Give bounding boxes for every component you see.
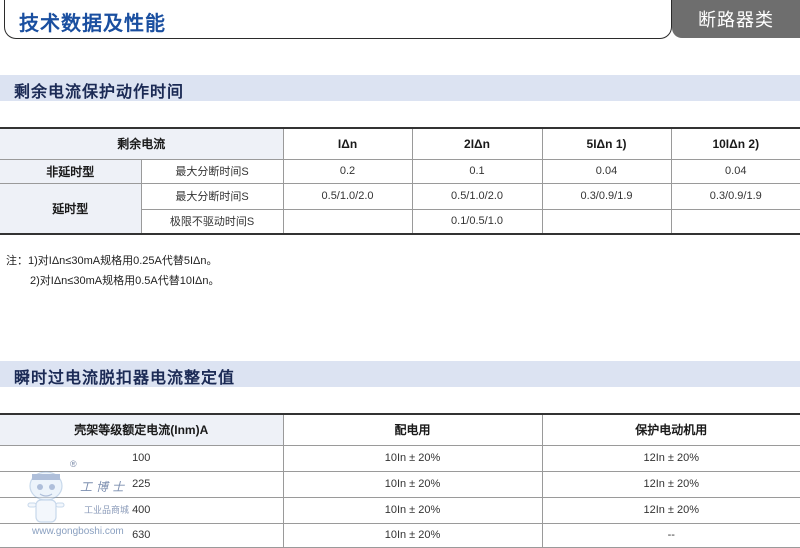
table-cell: 0.04 [541, 158, 672, 184]
watermark-url: www.gongboshi.com [32, 526, 124, 537]
row-param: 极限不驱动时间S [140, 208, 284, 235]
table-cell: -- [541, 522, 800, 548]
table-cell: 0.1 [411, 158, 543, 184]
section-title: 剩余电流保护动作时间 [14, 84, 185, 101]
header-motor-protection: 保护电动机用 [541, 413, 800, 446]
table-cell: 0.2 [282, 158, 413, 184]
table-cell: 0.3/0.9/1.9 [541, 182, 672, 210]
watermark-brand: 工博士 [80, 480, 129, 494]
row-param: 最大分断时间S [140, 182, 284, 210]
row-type-delay: 延时型 [0, 182, 142, 235]
watermark-registered: ® [70, 459, 77, 469]
table-cell: 12In ± 20% [541, 496, 800, 524]
footnote-1: 注：1)对IΔn≤30mA规格用0.25A代替5IΔn。 [6, 255, 218, 267]
table-cell: 10In ± 20% [282, 444, 543, 472]
section-title: 瞬时过电流脱扣器电流整定值 [14, 370, 236, 387]
table-cell: 10In ± 20% [282, 522, 543, 548]
table-cell: 12In ± 20% [541, 470, 800, 498]
table-cell: 10In ± 20% [282, 470, 543, 498]
table-cell [282, 208, 413, 235]
table-cell: 10In ± 20% [282, 496, 543, 524]
page-header: 技术数据及性能 [4, 0, 672, 39]
category-tab[interactable]: 断路器类 [672, 0, 800, 38]
table-cell: 0.5/1.0/2.0 [282, 182, 413, 210]
table-cell [670, 208, 800, 235]
table-cell: 0.1/0.5/1.0 [411, 208, 543, 235]
residual-current-table: 剩余电流 IΔn 2IΔn 5IΔn 1) 10IΔn 2) 非延时型 最大分断… [0, 127, 800, 235]
table-cell: 0.3/0.9/1.9 [670, 182, 800, 210]
page-title: 技术数据及性能 [19, 13, 166, 35]
header-col-1: IΔn [282, 127, 413, 160]
section-bar-instant-trip: 瞬时过电流脱扣器电流整定值 [0, 361, 800, 387]
section-bar-residual-current: 剩余电流保护动作时间 [0, 75, 800, 101]
header-frame-current: 壳架等级额定电流(Inm)A [0, 413, 284, 446]
table-cell: 0.5/1.0/2.0 [411, 182, 543, 210]
table-cell: 12In ± 20% [541, 444, 800, 472]
header-distribution: 配电用 [282, 413, 543, 446]
header-col-2: 2IΔn [411, 127, 543, 160]
row-type-non-delay: 非延时型 [0, 158, 142, 184]
header-col-4: 10IΔn 2) [670, 127, 800, 160]
footnote-2: 2)对IΔn≤30mA规格用0.5A代替10IΔn。 [30, 275, 220, 287]
header-col-3: 5IΔn 1) [541, 127, 672, 160]
table-cell: 0.04 [670, 158, 800, 184]
header-residual-current: 剩余电流 [0, 127, 284, 160]
row-param: 最大分断时间S [140, 158, 284, 184]
watermark-subtitle: 工业品商城 [84, 505, 130, 515]
table-cell [541, 208, 672, 235]
